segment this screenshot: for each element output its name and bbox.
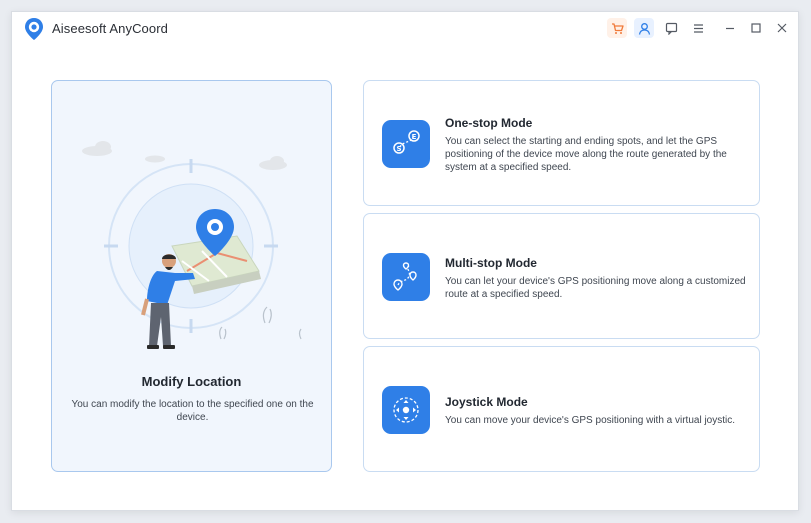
multi-stop-route-icon <box>382 253 430 301</box>
one-stop-mode-description: You can select the starting and ending s… <box>445 136 727 173</box>
modify-location-title: Modify Location <box>141 374 242 389</box>
one-stop-mode-card[interactable]: S E One-stop Mode You can select the sta… <box>363 80 760 206</box>
one-stop-route-icon: S E <box>382 120 430 168</box>
menu-button[interactable] <box>688 18 708 38</box>
cart-icon <box>611 22 624 34</box>
svg-text:S: S <box>396 145 401 153</box>
maximize-icon <box>751 23 761 33</box>
joystick-mode-card[interactable]: Joystick Mode You can move your device's… <box>363 346 760 472</box>
user-icon <box>638 22 650 35</box>
user-button[interactable] <box>634 18 654 38</box>
minimize-icon <box>726 27 734 30</box>
svg-text:E: E <box>412 133 417 141</box>
modify-location-illustration <box>82 141 302 349</box>
close-button[interactable] <box>772 18 792 38</box>
multi-stop-mode-title: Multi-stop Mode <box>445 256 537 270</box>
close-icon <box>777 23 787 33</box>
menu-icon <box>693 23 703 33</box>
feedback-button[interactable] <box>661 18 681 38</box>
multi-stop-mode-description: You can let your device's GPS positionin… <box>445 276 746 300</box>
multi-stop-mode-card[interactable]: Multi-stop Mode You can let your device'… <box>363 213 760 339</box>
app-logo-icon <box>25 18 43 40</box>
app-window: Aiseesoft AnyCoord Modify Location You c… <box>11 11 799 511</box>
feedback-icon <box>665 22 677 35</box>
minimize-button[interactable] <box>720 18 740 38</box>
one-stop-mode-title: One-stop Mode <box>445 116 533 130</box>
joystick-icon <box>382 386 430 434</box>
joystick-mode-description: You can move your device's GPS positioni… <box>445 415 736 426</box>
title-bar: Aiseesoft AnyCoord <box>12 12 798 46</box>
modify-location-card[interactable]: Modify Location You can modify the locat… <box>51 80 332 472</box>
maximize-button[interactable] <box>746 18 766 38</box>
modify-location-description: You can modify the location to the speci… <box>71 399 314 423</box>
app-title: Aiseesoft AnyCoord <box>52 21 168 36</box>
joystick-mode-title: Joystick Mode <box>445 395 528 409</box>
cart-button[interactable] <box>607 18 627 38</box>
